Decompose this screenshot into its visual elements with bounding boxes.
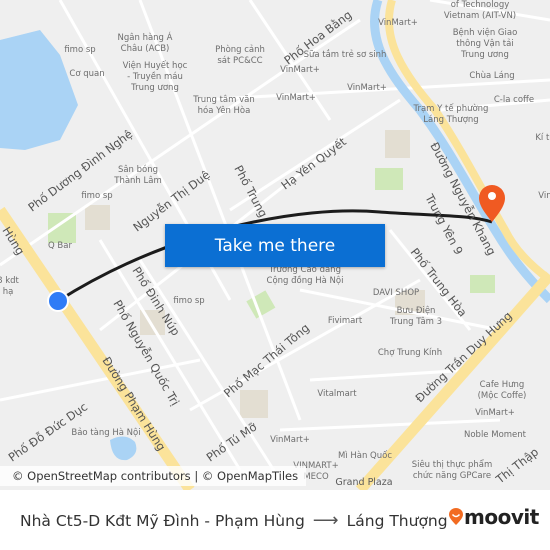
poi-label: fimo sp <box>64 45 95 55</box>
poi-label: Sữa tắm trẻ sơ sinh <box>304 49 387 60</box>
poi-label: Bệnh viện Giao thông Vận tải Trung ương <box>453 27 518 60</box>
poi-label: Vin <box>538 191 550 201</box>
poi-label: fimo sp <box>173 296 204 306</box>
poi-label: Trường Cao đẳng Cộng đồng Hà Nội <box>267 264 344 286</box>
poi-label: Phòng cảnh sát PC&CC <box>215 44 265 66</box>
poi-label: VinMart+ <box>280 65 320 75</box>
poi-label: Fivimart <box>328 316 363 326</box>
origin-name: Nhà Ct5-D Kđt Mỹ Đình - Phạm Hùng <box>20 511 305 530</box>
destination-name: Láng Thượng <box>346 511 448 530</box>
street-label: Thị Thập <box>492 445 541 487</box>
poi-label: of Technology Vietnam (AIT-VN) <box>444 0 516 21</box>
block <box>85 205 110 230</box>
poi-label: Kí tú <box>535 133 550 143</box>
block <box>385 130 410 158</box>
poi-label: Chùa Láng <box>469 71 514 81</box>
poi-label: Trung tâm văn hóa Yên Hòa <box>192 95 254 116</box>
poi-label: Q Bar <box>48 241 72 251</box>
take-me-there-button[interactable]: Take me there <box>165 224 385 267</box>
poi-label: Ngân hàng Á Châu (ACB) <box>118 31 173 54</box>
street-label: Hạ Yên Quyết <box>278 134 349 192</box>
poi-label: Sân bóng Thành Lâm <box>113 164 162 186</box>
poi-label: DAVI SHOP <box>373 288 419 298</box>
poi-label: VinMart+ <box>378 18 418 28</box>
poi-label: VinMart+ <box>475 408 515 418</box>
poi-label: Viện Huyết học - Truyền máu Trung ương <box>123 60 188 93</box>
poi-label: Siêu thị thực phẩm chức năng GPCare <box>412 459 493 481</box>
poi-label: fimo sp <box>81 191 112 201</box>
poi-label: Grand Plaza <box>335 477 392 488</box>
poi-label: VinMart+ <box>276 93 316 103</box>
poi-label: VinMart+ <box>347 83 387 93</box>
poi-label: Mì Hàn Quốc <box>338 450 392 461</box>
map-attribution[interactable]: © OpenStreetMap contributors | © OpenMap… <box>0 466 307 486</box>
poi-label: Bảo tàng Hà Nội <box>71 427 140 438</box>
origin-dot-icon[interactable] <box>47 290 69 312</box>
poi-label: Cafe Hưng (Mộc Coffe) <box>478 380 527 401</box>
arrow-right-icon: ⟶ <box>312 510 339 531</box>
route-title: Nhà Ct5-D Kđt Mỹ Đình - Phạm Hùng ⟶ Láng… <box>20 510 448 531</box>
moovit-wordmark: moovit <box>464 505 539 529</box>
poi-label: Chợ Trung Kính <box>378 348 442 358</box>
block <box>240 390 268 418</box>
poi-label: Cơ quan <box>69 69 104 79</box>
poi-label: Noble Moment <box>464 430 527 440</box>
map[interactable]: Ngân hàng Á Châu (ACB) fimo sp Cơ quan Vi… <box>0 0 550 490</box>
poi-label: C-la coffe <box>494 95 534 105</box>
moovit-pin-icon <box>449 508 463 525</box>
moovit-logo: moovit <box>448 505 539 529</box>
park <box>470 275 495 293</box>
park <box>375 168 403 190</box>
poi-label: Vitalmart <box>317 389 357 399</box>
small-pond <box>110 436 137 461</box>
poi-label: VinMart+ <box>270 435 310 445</box>
poi-label: 8 kdthạ <box>0 276 20 297</box>
